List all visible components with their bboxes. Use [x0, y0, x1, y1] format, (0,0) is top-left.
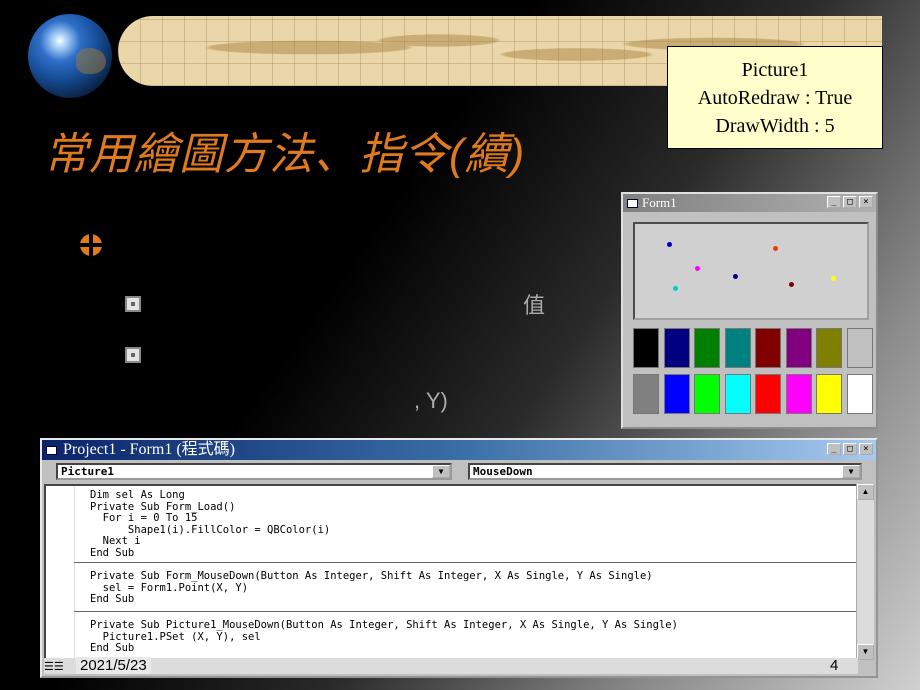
object-combo-value: Picture1	[61, 465, 114, 478]
drawn-dot	[831, 276, 836, 281]
drawn-dot	[673, 286, 678, 291]
procedure-combo-value: MouseDown	[473, 465, 533, 478]
code-window-title: Project1 - Form1 (程式碼)	[63, 441, 235, 458]
scroll-up-icon[interactable]: ▲	[857, 484, 874, 500]
drawn-dot	[733, 274, 738, 279]
color-swatch[interactable]	[633, 374, 659, 414]
color-swatch[interactable]	[694, 374, 720, 414]
code-block-picture-mousedown[interactable]: Private Sub Picture1_MouseDown(Button As…	[90, 619, 678, 655]
note-line-drawwidth: DrawWidth : 5	[715, 114, 835, 137]
minimize-button[interactable]: _	[827, 196, 841, 208]
color-swatch[interactable]	[755, 328, 781, 368]
procedure-separator	[74, 611, 856, 612]
color-swatch[interactable]	[846, 328, 873, 368]
note-line-object: Picture1	[741, 58, 809, 81]
color-swatch[interactable]	[755, 374, 781, 414]
color-swatch[interactable]	[724, 328, 751, 368]
minimize-button[interactable]: _	[827, 443, 841, 455]
property-note: Picture1 AutoRedraw : True DrawWidth : 5	[667, 46, 883, 149]
drawn-dot	[667, 242, 672, 247]
color-swatch[interactable]	[663, 374, 690, 414]
code-window-icon	[46, 445, 57, 455]
form1-window: Form1 _ □ ×	[621, 192, 878, 429]
color-swatch[interactable]	[724, 374, 751, 414]
bullet-icon	[80, 234, 102, 256]
color-swatch[interactable]	[785, 374, 812, 414]
color-swatch[interactable]	[816, 328, 842, 368]
form-icon	[627, 198, 638, 208]
note-line-autoredraw: AutoRedraw : True	[697, 86, 853, 109]
sub-bullet-icon	[125, 347, 141, 363]
code-window-titlebar[interactable]: Project1 - Form1 (程式碼) _ □ ×	[42, 440, 876, 460]
view-mode-icon[interactable]: ☰☰	[44, 660, 64, 673]
procedure-separator	[74, 562, 856, 563]
code-block-form-mousedown[interactable]: Private Sub Form_MouseDown(Button As Int…	[90, 570, 653, 606]
color-swatch[interactable]	[663, 328, 690, 368]
drawn-dot	[789, 282, 794, 287]
maximize-button[interactable]: □	[843, 443, 857, 455]
color-swatch[interactable]	[785, 328, 812, 368]
vertical-scrollbar[interactable]: ▲ ▼	[856, 484, 874, 660]
object-combo[interactable]: Picture1 ▼	[56, 463, 452, 480]
editor-gutter	[46, 486, 75, 658]
color-swatch[interactable]	[694, 328, 720, 368]
maximize-button[interactable]: □	[843, 196, 857, 208]
code-block-form-load[interactable]: Dim sel As Long Private Sub Form_Load() …	[90, 489, 330, 560]
procedure-combo[interactable]: MouseDown ▼	[468, 463, 862, 480]
sub-bullet-icon	[125, 296, 141, 312]
bullet-text-fragment: 值	[523, 293, 546, 318]
code-window: Project1 - Form1 (程式碼) _ □ × Picture1 ▼ …	[40, 438, 878, 678]
bullet-text-fragment: , Y)	[414, 388, 448, 413]
close-button[interactable]: ×	[859, 443, 873, 455]
drawn-dot	[695, 266, 700, 271]
color-swatch[interactable]	[846, 374, 873, 414]
form1-titlebar[interactable]: Form1 _ □ ×	[623, 194, 876, 212]
page-title: 常用繪圖方法、指令(續)	[44, 130, 526, 179]
chevron-down-icon[interactable]: ▼	[432, 465, 450, 478]
close-button[interactable]: ×	[859, 196, 873, 208]
slide-date: 2021/5/23	[76, 657, 151, 674]
scroll-down-icon[interactable]: ▼	[857, 644, 874, 660]
color-swatch[interactable]	[633, 328, 659, 368]
code-editor[interactable]: Dim sel As Long Private Sub Form_Load() …	[44, 484, 858, 660]
form1-title: Form1	[642, 195, 677, 210]
chevron-down-icon[interactable]: ▼	[842, 465, 860, 478]
drawn-dot	[773, 246, 778, 251]
slide-page-number: 4	[830, 657, 839, 674]
color-swatch[interactable]	[816, 374, 842, 414]
globe-logo	[28, 14, 112, 98]
horizontal-scrollbar[interactable]	[44, 658, 858, 674]
picture1-box[interactable]	[633, 222, 869, 320]
